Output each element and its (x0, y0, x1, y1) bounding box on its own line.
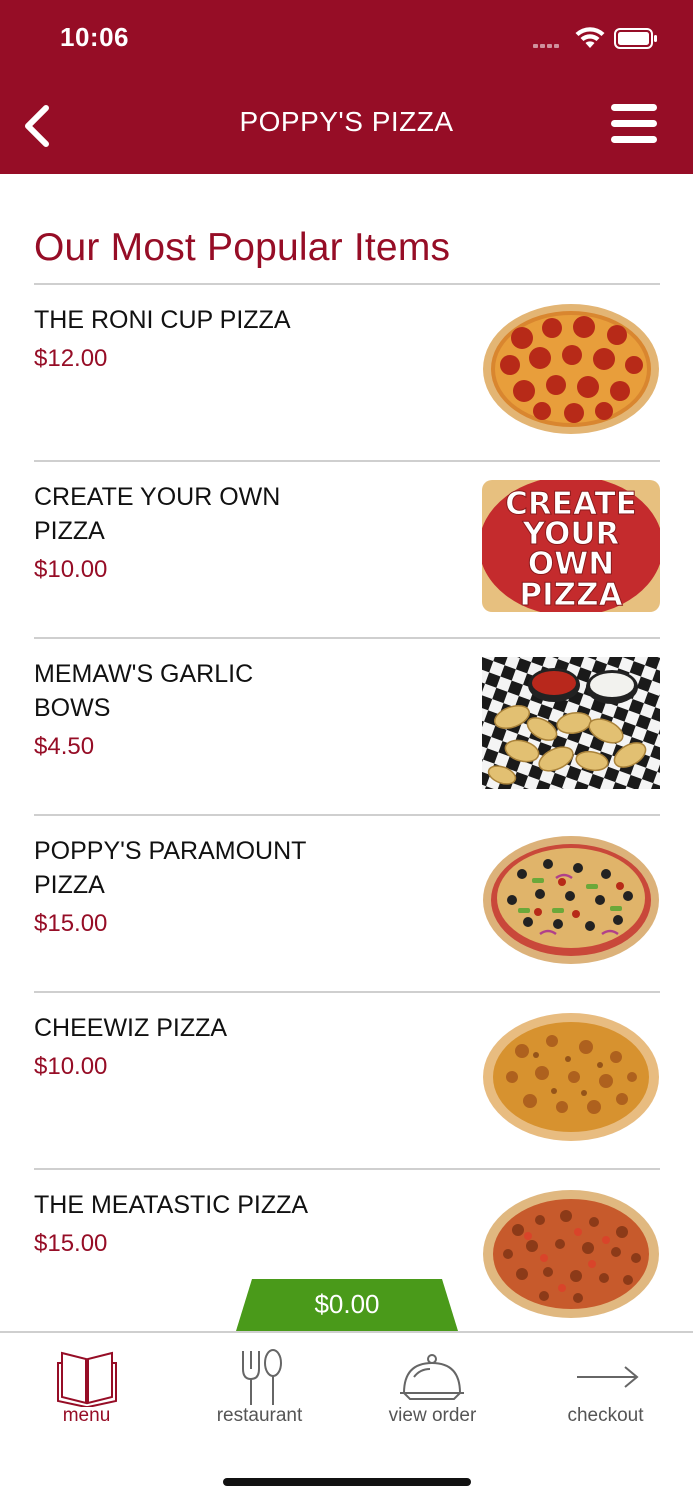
wifi-icon (575, 27, 605, 48)
nav-checkout[interactable]: checkout (519, 1333, 692, 1443)
menu-item[interactable]: MEMAW'S GARLIC BOWS $4.50 (34, 639, 660, 816)
nav-label: menu (62, 1405, 111, 1426)
nav-label: checkout (567, 1405, 644, 1426)
fork-spoon-icon (242, 1349, 282, 1405)
cart-total: $0.00 (314, 1289, 380, 1319)
item-name: CREATE YOUR OWN PIZZA (34, 483, 281, 545)
item-name: THE RONI CUP PIZZA (34, 306, 291, 334)
nav-menu[interactable]: menu (0, 1333, 173, 1443)
signal-icon (533, 42, 565, 48)
hamburger-menu-button[interactable] (608, 102, 660, 146)
menu-item[interactable]: POPPY'S PARAMOUNT PIZZA $15.00 (34, 816, 660, 993)
create-your-own-pizza-image: CREATE YOUR OWN PIZZA (482, 480, 660, 612)
pepperoni-pizza-image (483, 304, 659, 434)
home-indicator (223, 1478, 471, 1486)
nav-view-order[interactable]: view order (346, 1333, 519, 1443)
supreme-pizza-image (483, 836, 659, 964)
svg-text:PIZZA: PIZZA (519, 577, 622, 612)
section-title: Our Most Popular Items (34, 226, 451, 269)
menu-item[interactable]: CHEEWIZ PIZZA $10.00 (34, 993, 660, 1170)
item-price: $15.00 (34, 1230, 108, 1257)
menu-item[interactable]: THE RONI CUP PIZZA $12.00 (34, 285, 660, 462)
item-name: CHEEWIZ PIZZA (34, 1014, 228, 1042)
meat-pizza-image (483, 1190, 659, 1318)
item-name: MEMAW'S GARLIC BOWS (34, 660, 254, 722)
item-name: POPPY'S PARAMOUNT PIZZA (34, 837, 306, 899)
nav-restaurant[interactable]: restaurant (173, 1333, 346, 1443)
book-icon (57, 1351, 117, 1407)
cart-total-button[interactable]: $0.00 (236, 1279, 458, 1331)
cheese-pizza-image (483, 1013, 659, 1141)
nav-label: restaurant (216, 1405, 303, 1426)
garlic-knots-image (482, 657, 660, 789)
item-name: THE MEATASTIC PIZZA (34, 1191, 309, 1219)
battery-icon (614, 28, 657, 49)
bottom-nav: menu restaurant view order checkout (0, 1331, 693, 1500)
arrow-right-icon (577, 1366, 639, 1388)
cloche-icon (400, 1354, 464, 1400)
item-price: $12.00 (34, 345, 108, 372)
status-time: 10:06 (60, 22, 129, 52)
menu-item[interactable]: CREATE YOUR OWN PIZZA $10.00 CREATE YOUR… (34, 462, 660, 639)
app-header: 10:06 POPPY'S PIZZA (0, 0, 693, 174)
item-price: $10.00 (34, 1053, 108, 1080)
page-title: POPPY'S PIZZA (239, 106, 454, 137)
item-price: $10.00 (34, 556, 108, 583)
item-price: $15.00 (34, 910, 108, 937)
item-price: $4.50 (34, 733, 95, 760)
nav-label: view order (388, 1405, 477, 1426)
